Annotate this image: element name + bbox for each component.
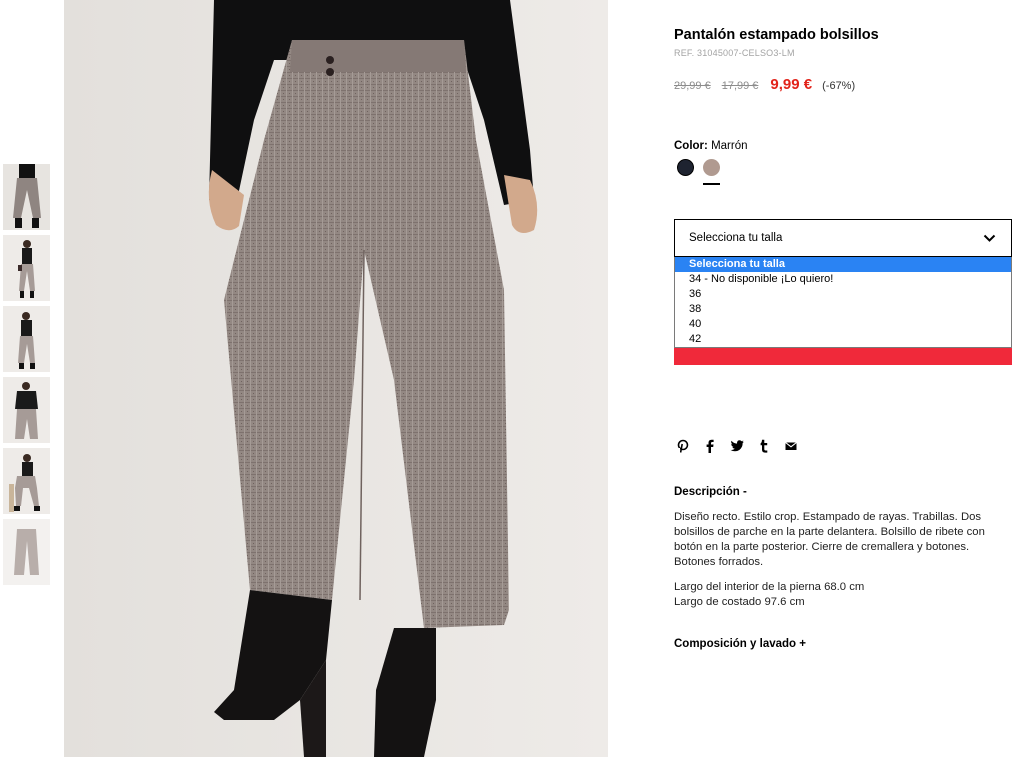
chevron-down-icon (983, 234, 996, 242)
facebook-icon[interactable] (703, 439, 717, 453)
description-toggle[interactable]: Descripción - (674, 486, 747, 498)
color-swatches (677, 159, 720, 185)
main-product-image[interactable] (64, 0, 608, 757)
size-option[interactable]: 42 (675, 332, 1011, 347)
size-option[interactable]: Selecciona tu talla (675, 257, 1011, 272)
price-previous: 17,99 € (721, 80, 759, 92)
thumbnail-4[interactable] (3, 377, 50, 443)
color-swatch-navy[interactable] (677, 159, 694, 176)
measurement-inseam: Largo del interior de la pierna 68.0 cm (674, 581, 865, 593)
size-option[interactable]: 38 (675, 302, 1011, 317)
size-option[interactable]: 40 (675, 317, 1011, 332)
thumbnail-list (3, 164, 51, 590)
measurements: Largo del interior de la pierna 68.0 cm … (674, 580, 1012, 610)
price-block: 29,99 € 17,99 € 9,99 € (-67%) (674, 76, 855, 93)
thumbnail-5[interactable] (3, 448, 50, 514)
size-option[interactable]: 36 (675, 287, 1011, 302)
thumbnail-3[interactable] (3, 306, 50, 372)
thumbnail-1[interactable] (3, 164, 50, 230)
thumbnail-2[interactable] (3, 235, 50, 301)
measurement-side: Largo de costado 97.6 cm (674, 596, 805, 608)
share-icons (676, 439, 798, 453)
size-dropdown-list: Selecciona tu talla 34 - No disponible ¡… (674, 257, 1012, 348)
tumblr-icon[interactable] (757, 439, 771, 453)
color-label: Color: (674, 140, 708, 152)
twitter-icon[interactable] (730, 439, 744, 453)
size-option[interactable]: 34 - No disponible ¡Lo quiero! (675, 272, 1011, 287)
thumbnail-6[interactable] (3, 519, 50, 585)
email-icon[interactable] (784, 439, 798, 453)
color-swatch-brown[interactable] (703, 159, 720, 185)
price-original: 29,99 € (674, 80, 711, 92)
composition-toggle[interactable]: Composición y lavado + (674, 638, 806, 650)
price-sale: 9,99 € (770, 76, 813, 93)
color-label-row: Color: Marrón (674, 140, 748, 152)
discount-badge: (-67%) (822, 80, 856, 92)
pinterest-icon[interactable] (676, 439, 690, 453)
description-text: Diseño recto. Estilo crop. Estampado de … (674, 511, 985, 568)
size-select[interactable]: Selecciona tu talla (674, 219, 1012, 257)
product-reference: REF. 31045007-CELSO3-LM (674, 48, 795, 58)
product-title: Pantalón estampado bolsillos (674, 27, 879, 43)
color-value: Marrón (711, 140, 748, 152)
size-select-label: Selecciona tu talla (689, 232, 783, 244)
